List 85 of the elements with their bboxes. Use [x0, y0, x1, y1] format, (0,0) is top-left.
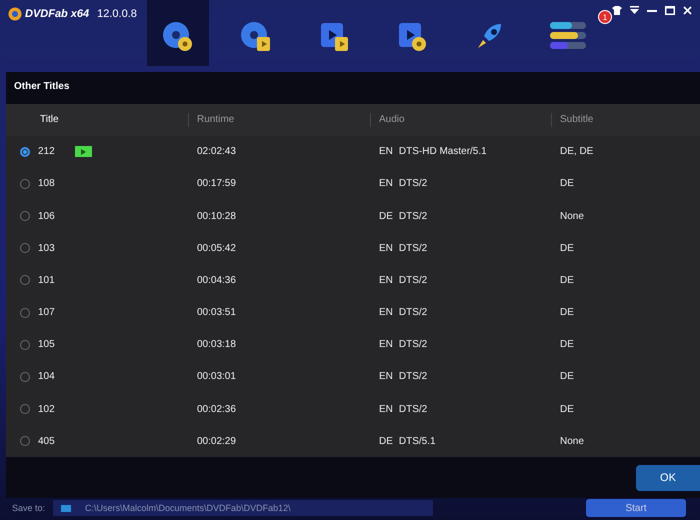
subtitle-cell-text: DE	[559, 339, 575, 350]
runtime-cell-text: 00:03:51	[196, 307, 237, 318]
column-header[interactable]: Subtitle	[551, 112, 700, 127]
title-number: 405	[38, 436, 55, 447]
minimize-icon[interactable]	[647, 10, 657, 12]
column-header[interactable]: Runtime	[188, 112, 370, 127]
runtime-cell-text: 02:02:43	[196, 146, 237, 158]
title-number: 108	[38, 178, 55, 190]
audio-format: DTS/2	[398, 210, 428, 222]
column-header[interactable]: Audio	[370, 112, 551, 127]
title-number: 212	[38, 146, 55, 158]
start-button[interactable]: Start	[586, 499, 686, 517]
title-number: 101	[38, 274, 55, 286]
close-icon[interactable]	[683, 6, 692, 15]
disc-film-icon[interactable]	[238, 20, 273, 54]
title-number: 107	[38, 307, 55, 318]
column-header[interactable]: Title	[6, 112, 188, 127]
runtime-cell-text: 00:10:28	[196, 210, 237, 222]
title-number: 106	[38, 210, 55, 222]
audio-language: DE	[379, 210, 393, 222]
audio-language: EN	[379, 178, 393, 190]
audio-language: EN	[379, 371, 393, 382]
runtime-cell-text: 00:02:29	[196, 436, 237, 447]
subtitle-cell-text: DE	[559, 371, 575, 382]
version-label: 12.0.0.8	[97, 8, 137, 20]
subtitle-cell-text: None	[559, 436, 585, 447]
audio-format: DTS/2	[398, 371, 428, 382]
audio-format: DTS/2	[398, 339, 428, 350]
audio-format: DTS/2	[398, 404, 428, 415]
title-number: 103	[38, 242, 55, 254]
module-tab[interactable]	[146, 0, 209, 66]
radio-button[interactable]	[20, 436, 30, 446]
ok-button[interactable]: OK	[636, 464, 700, 491]
runtime-cell-text: 00:17:59	[196, 178, 237, 190]
audio-format: DTS/2	[398, 178, 428, 190]
radio-button[interactable]	[20, 211, 30, 221]
radio-button[interactable]	[20, 308, 30, 318]
subtitle-cell-text: None	[559, 210, 585, 222]
audio-format: DTS-HD Master/5.1	[398, 146, 487, 158]
dialog-title: Other Titles	[13, 80, 70, 94]
radio-button[interactable]	[20, 146, 30, 157]
play-icon[interactable]	[74, 146, 92, 158]
task-queue-icon[interactable]	[548, 20, 587, 50]
menu-icon[interactable]	[630, 6, 639, 15]
title-number: 105	[38, 339, 55, 350]
audio-language: EN	[379, 404, 393, 415]
audio-language: EN	[379, 307, 393, 318]
notification-badge: 1	[598, 10, 612, 24]
radio-button[interactable]	[20, 243, 30, 254]
shirt-icon[interactable]	[612, 6, 622, 15]
radio-button[interactable]	[20, 372, 30, 382]
subtitle-cell-text: DE	[559, 178, 575, 190]
subtitle-cell-text: DE	[559, 274, 575, 286]
audio-format: DTS/2	[398, 242, 428, 254]
audio-language: EN	[379, 146, 393, 158]
app-logo-text: DVDFab	[25, 8, 68, 20]
runtime-cell-text: 00:02:36	[196, 404, 237, 415]
radio-button[interactable]	[20, 340, 30, 350]
audio-language: EN	[379, 339, 393, 350]
subtitle-cell-text: DE	[559, 307, 575, 318]
runtime-cell-text: 00:05:42	[196, 242, 237, 254]
radio-button[interactable]	[20, 275, 30, 286]
title-number: 102	[38, 404, 55, 415]
audio-language: DE	[379, 436, 393, 447]
runtime-cell-text: 00:04:36	[196, 274, 237, 286]
title-number: 104	[38, 371, 55, 382]
subtitle-cell-text: DE	[559, 404, 575, 415]
audio-format: DTS/2	[398, 274, 428, 286]
maximize-icon[interactable]	[665, 6, 675, 15]
radio-button[interactable]	[20, 404, 30, 414]
folder-icon	[61, 504, 72, 512]
subtitle-cell-text: DE, DE	[559, 146, 594, 158]
runtime-cell-text: 00:03:18	[196, 339, 237, 350]
disc-icon[interactable]	[160, 20, 195, 54]
edition-label: x64	[70, 8, 90, 20]
audio-language: EN	[379, 242, 393, 254]
subtitle-cell-text: DE	[559, 242, 575, 254]
audio-format: DTS/2	[398, 307, 428, 318]
save-path-field[interactable]: C:\Users\Malcolm\Documents\DVDFab\DVDFab12\	[53, 500, 434, 516]
logo-icon	[8, 7, 22, 21]
runtime-cell-text: 00:03:01	[196, 371, 237, 382]
radio-button[interactable]	[20, 178, 30, 189]
audio-language: EN	[379, 274, 393, 286]
audio-format: DTS/5.1	[398, 436, 436, 447]
save-to-label: Save to:	[12, 503, 46, 513]
